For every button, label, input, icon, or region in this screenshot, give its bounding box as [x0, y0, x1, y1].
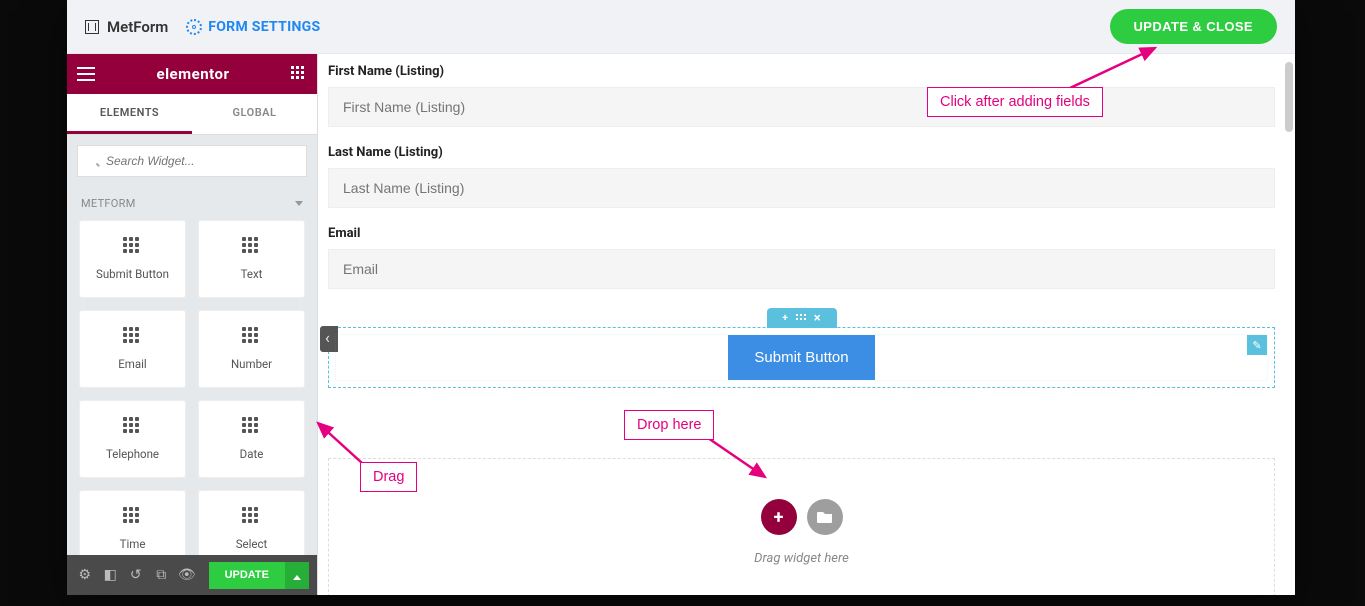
grip-icon — [242, 417, 262, 437]
hamburger-icon[interactable] — [77, 67, 95, 81]
field-first-name[interactable]: First Name (Listing) — [328, 64, 1275, 127]
update-options-button[interactable] — [285, 562, 309, 589]
grip-icon — [242, 327, 262, 347]
grip-icon — [242, 507, 262, 527]
sidebar-footer: ⚙ ◧ ↺ ⧉ 👁 UPDATE — [67, 555, 317, 595]
update-button[interactable]: UPDATE — [209, 562, 285, 589]
gear-icon — [186, 19, 202, 35]
widget-email[interactable]: Email — [79, 310, 186, 388]
widget-submit-button[interactable]: Submit Button — [79, 220, 186, 298]
search-input[interactable] — [77, 145, 307, 177]
form-settings-label: FORM SETTINGS — [208, 19, 320, 35]
widget-select[interactable]: Select — [198, 490, 305, 555]
tab-global[interactable]: GLOBAL — [192, 94, 317, 134]
annotation-drop-here: Drop here — [624, 410, 714, 440]
field-input[interactable] — [328, 249, 1275, 289]
category-label: METFORM — [81, 197, 136, 210]
section-controls[interactable] — [767, 308, 837, 328]
apps-grid-icon[interactable] — [291, 66, 307, 82]
history-icon[interactable]: ↺ — [126, 565, 146, 585]
field-label: Email — [328, 226, 1275, 241]
sidebar-tabs: ELEMENTS GLOBAL — [67, 94, 317, 135]
field-email[interactable]: Email — [328, 226, 1275, 289]
field-input[interactable] — [328, 168, 1275, 208]
add-section-icon[interactable] — [782, 313, 787, 324]
navigator-icon[interactable]: ◧ — [101, 565, 121, 585]
edit-section-icon[interactable] — [796, 314, 806, 322]
field-input[interactable] — [328, 87, 1275, 127]
edit-widget-icon[interactable] — [1247, 335, 1267, 355]
template-library-button[interactable] — [807, 499, 843, 535]
elementor-sidebar: elementor ELEMENTS GLOBAL METFORM Submit… — [67, 54, 318, 595]
chevron-down-icon — [295, 201, 303, 206]
metform-brand-label: MetForm — [107, 18, 168, 36]
modal-topbar: MetForm FORM SETTINGS UPDATE & CLOSE — [67, 0, 1295, 54]
folder-icon — [817, 510, 833, 524]
widget-number[interactable]: Number — [198, 310, 305, 388]
settings-icon[interactable]: ⚙ — [75, 565, 95, 585]
elementor-logo: elementor — [156, 65, 229, 83]
update-button-group: UPDATE — [209, 562, 309, 589]
widget-date[interactable]: Date — [198, 400, 305, 478]
submit-button-widget[interactable]: Submit Button — [728, 335, 874, 380]
responsive-icon[interactable]: ⧉ — [152, 565, 172, 585]
add-section-button[interactable]: + — [761, 499, 797, 535]
search-icon — [77, 145, 307, 177]
form-preview-canvas[interactable]: First Name (Listing) Last Name (Listing)… — [318, 54, 1295, 595]
grip-icon — [123, 417, 143, 437]
tab-elements[interactable]: ELEMENTS — [67, 94, 192, 134]
widget-time[interactable]: Time — [79, 490, 186, 555]
grip-icon — [242, 237, 262, 257]
widget-telephone[interactable]: Telephone — [79, 400, 186, 478]
grip-icon — [123, 327, 143, 347]
field-last-name[interactable]: Last Name (Listing) — [328, 145, 1275, 208]
sidebar-header: elementor — [67, 54, 317, 94]
grip-icon — [123, 237, 143, 257]
field-label: First Name (Listing) — [328, 64, 1275, 79]
submit-section[interactable]: Submit Button — [328, 327, 1275, 388]
elementor-e-icon — [85, 20, 99, 34]
dropzone[interactable]: + Drag widget here — [328, 458, 1275, 595]
scrollbar-thumb[interactable] — [1285, 62, 1293, 132]
field-label: Last Name (Listing) — [328, 145, 1275, 160]
widget-text[interactable]: Text — [198, 220, 305, 298]
dropzone-text: Drag widget here — [369, 551, 1234, 566]
metform-brand: MetForm — [85, 18, 168, 36]
preview-icon[interactable]: 👁 — [177, 565, 197, 585]
grip-icon — [123, 507, 143, 527]
delete-section-icon[interactable] — [814, 311, 821, 326]
widgets-grid: Submit Button Text Email Number Telephon… — [67, 220, 317, 555]
form-settings-button[interactable]: FORM SETTINGS — [186, 19, 320, 35]
annotation-click-after: Click after adding fields — [927, 87, 1103, 117]
annotation-drag: Drag — [360, 462, 417, 492]
category-metform[interactable]: METFORM — [67, 187, 317, 220]
scrollbar[interactable] — [1285, 62, 1293, 587]
update-close-button[interactable]: UPDATE & CLOSE — [1110, 9, 1277, 44]
